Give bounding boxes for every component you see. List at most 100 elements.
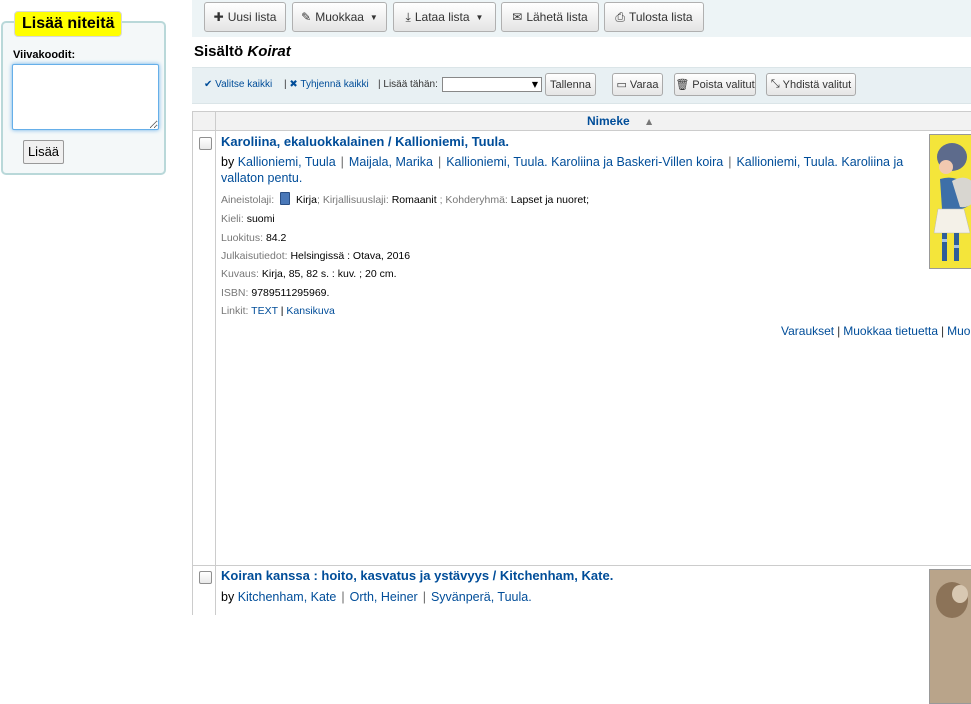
table-row: Karoliina, ekaluokkalainen / Kallioniemi… (193, 131, 971, 565)
separator: | (728, 155, 732, 169)
header-checkbox-cell (193, 112, 216, 131)
record-title-link[interactable]: Karoliina, ekaluokkalainen / Kallioniemi… (221, 134, 509, 149)
isbn-row: ISBN: 9789511295969. (221, 287, 329, 299)
caret-down-icon: ▼ (475, 12, 484, 22)
author-link[interactable]: Orth, Heiner (350, 590, 418, 604)
author-link[interactable]: Kallioniemi, Tuula (238, 155, 336, 169)
links-label: Linkit: (221, 305, 249, 317)
merge-selected-label: Yhdistä valitut (782, 78, 852, 91)
author-link[interactable]: Maijala, Marika (349, 155, 433, 169)
barcodes-textarea[interactable] (12, 64, 159, 130)
material-type-value: Kirja (295, 194, 317, 206)
by-label: by (221, 590, 235, 604)
download-list-button[interactable]: ⤓ Lataa lista ▼ (393, 2, 496, 32)
cover-link[interactable]: Kansikuva (286, 305, 334, 317)
download-icon: ⤓ (405, 9, 411, 24)
description-label: Kuvaus: (221, 268, 259, 280)
send-label: Lähetä lista (526, 10, 588, 24)
select-all-label: Valitse kaikki (215, 79, 273, 90)
author-link[interactable]: Kallioniemi, Tuula. Karoliina ja Baskeri… (446, 155, 723, 169)
by-label: by (221, 155, 235, 169)
row-checkbox-cell (193, 131, 216, 565)
pencil-icon: ✎ (301, 10, 312, 24)
title-column-header[interactable]: Nimeke (587, 114, 630, 128)
description-row: Kuvaus: Kirja, 85, 82 s. : kuv. ; 20 cm. (221, 268, 396, 280)
record-checkbox[interactable] (199, 571, 212, 584)
text-link[interactable]: TEXT (251, 305, 278, 317)
add-to-select[interactable]: ▼ (442, 77, 542, 92)
classification-label: Luokitus: (221, 232, 264, 244)
trash-icon: 🗑 (675, 79, 690, 91)
check-icon: ✔ (204, 79, 213, 90)
main-content: ✚ Uusi lista ✎ Muokkaa ▼ ⤓ Lataa lista ▼… (192, 0, 971, 704)
select-all-link[interactable]: ✔ Valitse kaikki (204, 79, 272, 90)
edit-label: Muokkaa (315, 10, 364, 24)
publication-value: Helsingissä : Otava, 2016 (290, 250, 411, 262)
edit-items-link[interactable]: Muok (947, 324, 971, 338)
add-items-panel: Lisää niteitä Viivakoodit: Lisää (1, 11, 166, 175)
list-contents-table: Nimeke ▲ Karoliina, ekaluokkalainen / Ka… (192, 111, 971, 704)
table-row: Koiran kanssa : hoito, kasvatus ja ystäv… (193, 566, 971, 704)
print-list-button[interactable]: ⎙ Tulosta lista (604, 2, 704, 32)
send-list-button[interactable]: ✉ Lähetä lista (501, 2, 599, 32)
merge-icon: ⤡ (770, 78, 780, 90)
caret-down-icon: ▼ (369, 12, 378, 22)
new-list-button[interactable]: ✚ Uusi lista (204, 2, 286, 32)
clear-all-label: Tyhjennä kaikki (300, 79, 369, 90)
remove-selected-label: Poista valitut (692, 78, 755, 91)
isbn-label: ISBN: (221, 287, 249, 299)
hold-label: Varaa (629, 78, 659, 91)
barcodes-label: Viivakoodit: (13, 49, 76, 61)
bookmark-icon: ▭ (616, 79, 627, 91)
language-row: Kieli: suomi (221, 213, 275, 225)
new-list-label: Uusi lista (227, 10, 277, 24)
record-actions: Varaukset|Muokkaa tietuetta|Muok (781, 324, 971, 338)
selection-toolbar: ✔ Valitse kaikki | ✖ Tyhjennä kaikki | L… (192, 67, 971, 104)
edit-record-link[interactable]: Muokkaa tietuetta (843, 324, 938, 338)
classification-row: Luokitus: 84.2 (221, 232, 286, 244)
publication-row: Julkaisutiedot: Helsingissä : Otava, 201… (221, 250, 410, 262)
language-value: suomi (246, 213, 275, 225)
material-type-row: Aineistolaji: Kirja; Kirjallisuuslaji: R… (221, 192, 589, 206)
author-link[interactable]: Kitchenham, Kate (238, 590, 337, 604)
audience-value: Lapset ja nuoret; (510, 194, 590, 206)
print-icon: ⎙ (615, 9, 625, 24)
edit-dropdown-button[interactable]: ✎ Muokkaa ▼ (292, 2, 387, 32)
book-icon (280, 192, 291, 205)
remove-selected-button[interactable]: 🗑 Poista valitut (674, 73, 756, 96)
separator: | (280, 305, 284, 317)
table-header: Nimeke ▲ (193, 111, 971, 131)
cover-image (929, 134, 971, 269)
publication-label: Julkaisutiedot: (221, 250, 288, 262)
separator: | (341, 590, 345, 604)
holds-link[interactable]: Varaukset (781, 324, 834, 338)
separator: | (941, 324, 945, 338)
record-title-link[interactable]: Koiran kanssa : hoito, kasvatus ja ystäv… (221, 568, 613, 583)
record-authors: by Kallioniemi, Tuula | Maijala, Marika | Ka… (221, 154, 921, 186)
separator: | (437, 155, 442, 169)
separator: | (837, 324, 841, 338)
language-label: Kieli: (221, 213, 244, 225)
save-button[interactable]: Tallenna (545, 73, 596, 96)
toolbar: ✚ Uusi lista ✎ Muokkaa ▼ ⤓ Lataa lista ▼… (192, 0, 971, 37)
print-label: Tulosta lista (629, 10, 693, 24)
sort-ascending-icon: ▲ (646, 117, 653, 126)
cover-illustration (930, 570, 971, 630)
isbn-value: 9789511295969. (251, 287, 330, 299)
x-icon: ✖ (289, 79, 298, 90)
download-label: Lataa lista (414, 10, 470, 24)
clear-all-link[interactable]: | ✖ Tyhjennä kaikki (284, 79, 369, 90)
page-title: Sisältö Koirat (194, 43, 291, 60)
merge-selected-button[interactable]: ⤡ Yhdistä valitut (766, 73, 856, 96)
chevron-down-icon: ▼ (531, 80, 538, 89)
separator: | (422, 590, 426, 604)
pipe-separator: | (284, 79, 287, 90)
record-checkbox[interactable] (199, 137, 212, 150)
add-button[interactable]: Lisää (23, 140, 64, 164)
add-to-label: | Lisää tähän: (378, 79, 438, 90)
separator: | (340, 155, 344, 169)
hold-button[interactable]: ▭ Varaa (612, 73, 663, 96)
cover-illustration (930, 135, 971, 268)
author-link[interactable]: Syvänperä, Tuula. (431, 590, 532, 604)
literary-genre-value: Romaanit (391, 194, 437, 206)
